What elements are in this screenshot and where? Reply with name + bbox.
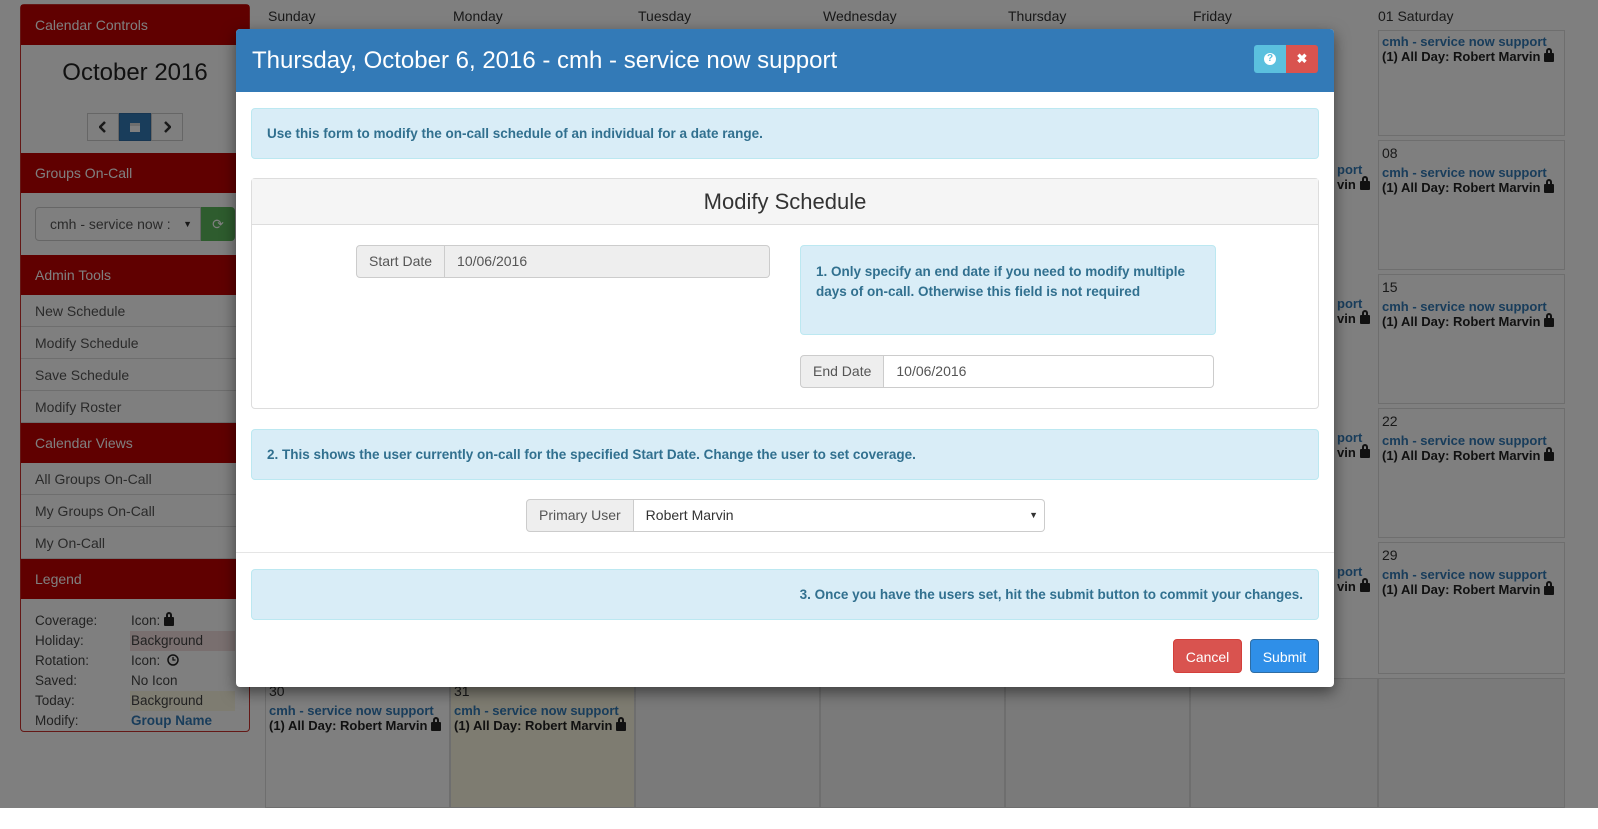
primary-user-select[interactable]: Robert Marvin ▼: [633, 499, 1045, 532]
intro-alert: Use this form to modify the on-call sche…: [251, 108, 1319, 159]
start-date-label: Start Date: [356, 245, 446, 278]
primary-user-group: Primary User Robert Marvin ▼: [526, 499, 1045, 532]
help-button[interactable]: ?: [1254, 45, 1286, 73]
close-button[interactable]: ✖: [1286, 45, 1318, 73]
end-date-group: End Date 10/06/2016: [800, 355, 1214, 388]
modify-schedule-panel: Modify Schedule Start Date 10/06/2016 1.…: [251, 178, 1319, 409]
primary-user-label: Primary User: [526, 499, 634, 532]
cancel-button[interactable]: Cancel: [1173, 639, 1242, 673]
caret-down-icon: ▼: [1029, 510, 1038, 520]
start-date-group: Start Date 10/06/2016: [356, 245, 770, 278]
end-date-label: End Date: [800, 355, 885, 388]
question-icon: ?: [1264, 53, 1276, 65]
modal-header-buttons: ? ✖: [1254, 45, 1318, 73]
close-icon: ✖: [1296, 51, 1308, 66]
modal-title: Thursday, October 6, 2016 - cmh - servic…: [252, 47, 838, 74]
submit-hint: 3. Once you have the users set, hit the …: [251, 569, 1319, 620]
submit-button[interactable]: Submit: [1250, 639, 1319, 673]
panel-title: Modify Schedule: [252, 179, 1318, 225]
modify-schedule-modal: Thursday, October 6, 2016 - cmh - servic…: [236, 29, 1334, 687]
primary-user-value: Robert Marvin: [645, 507, 734, 523]
page-bottom: [0, 808, 1598, 829]
end-date-hint: 1. Only specify an end date if you need …: [800, 245, 1216, 335]
end-date-field[interactable]: 10/06/2016: [884, 355, 1214, 388]
primary-user-hint: 2. This shows the user currently on-call…: [251, 429, 1319, 480]
modal-header: Thursday, October 6, 2016 - cmh - servic…: [236, 29, 1334, 92]
divider: [236, 552, 1334, 553]
start-date-field[interactable]: 10/06/2016: [445, 245, 770, 278]
